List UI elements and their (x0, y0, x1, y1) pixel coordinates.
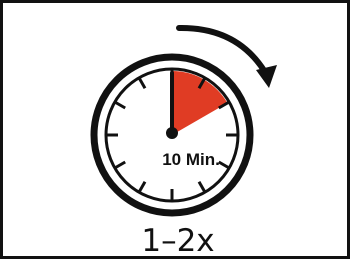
timer-hub (166, 127, 178, 139)
repeat-label: 1–2x (141, 223, 215, 259)
duration-label: 10 Min. (162, 150, 220, 169)
timer-card: 10 Min. 1–2x (0, 0, 350, 259)
